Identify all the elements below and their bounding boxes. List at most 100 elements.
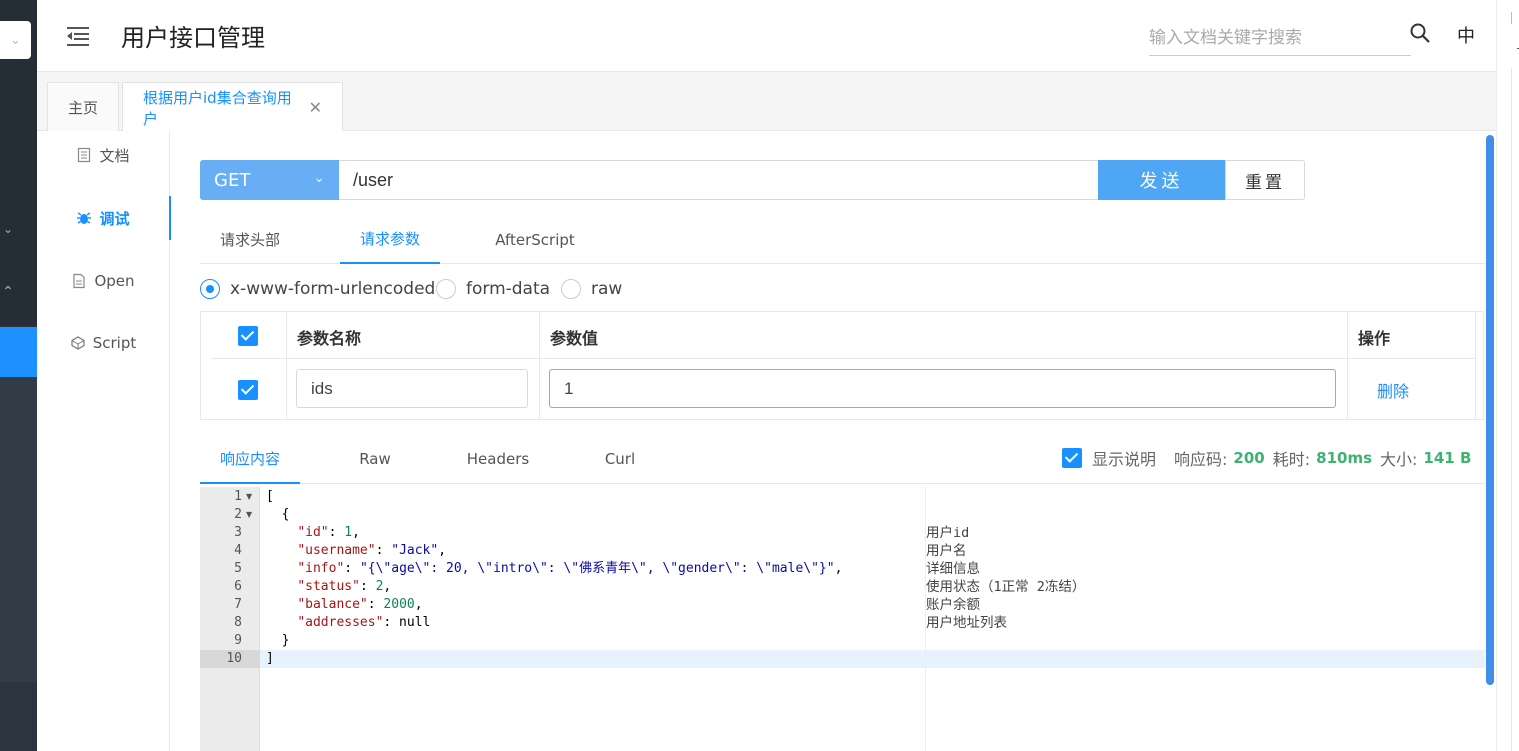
- field-desc: 账户余额: [926, 597, 980, 613]
- search-input[interactable]: [1149, 20, 1411, 56]
- tab-after-script[interactable]: AfterScript: [480, 215, 590, 264]
- response-time: 810ms: [1316, 449, 1373, 467]
- line-number: 10: [226, 651, 242, 666]
- submenu-label: 文档: [99, 146, 130, 165]
- select-all-checkbox[interactable]: [238, 326, 258, 346]
- response-meta: 显示说明 响应码: 200 耗时: 810ms 大小: 141 B: [1062, 447, 1471, 469]
- menu-fold-icon[interactable]: [65, 23, 91, 49]
- submenu-label: Open: [94, 272, 135, 290]
- code-line: "status": 2,: [297, 579, 392, 594]
- line-number: 3: [234, 525, 242, 540]
- radio-urlencoded[interactable]: x-www-form-urlencoded: [200, 279, 435, 299]
- radio-dot: [561, 279, 581, 299]
- api-submenu: 文档 调试 Open Script: [37, 131, 171, 751]
- url-input[interactable]: [339, 160, 1099, 200]
- code-line: "username": "Jack",: [297, 543, 447, 558]
- submenu-item-open[interactable]: Open: [37, 261, 170, 301]
- field-desc: 用户名: [926, 543, 967, 559]
- radio-dot: [200, 279, 220, 299]
- line-number: 4: [234, 543, 242, 558]
- line-number: 5: [234, 561, 242, 576]
- reset-button[interactable]: 重置: [1225, 160, 1305, 200]
- search-icon[interactable]: [1409, 22, 1431, 44]
- show-desc-label: 显示说明: [1092, 450, 1157, 469]
- column-divider: [1475, 312, 1476, 419]
- column-divider: [1347, 312, 1348, 419]
- submenu-label: Script: [92, 334, 137, 352]
- app-left-rail: ⌄ ⌄ ⌃: [0, 0, 37, 751]
- status-code-label: 响应码:: [1174, 450, 1228, 469]
- row-checkbox[interactable]: [238, 380, 258, 400]
- tab-home[interactable]: 主页: [47, 82, 119, 131]
- line-number: 7: [234, 597, 242, 612]
- method-select[interactable]: GET ⌄: [200, 160, 339, 200]
- top-header: 用户接口管理 中: [37, 0, 1496, 72]
- radio-raw[interactable]: raw: [561, 279, 622, 299]
- tab-response-headers[interactable]: Headers: [448, 434, 548, 484]
- language-toggle[interactable]: 中: [1457, 22, 1475, 48]
- radio-form-data[interactable]: form-data: [436, 279, 550, 299]
- show-desc-checkbox[interactable]: [1062, 448, 1082, 468]
- line-number: 6: [234, 579, 242, 594]
- fold-icon[interactable]: ▼: [246, 488, 252, 506]
- line-number: 9: [234, 633, 242, 648]
- page-tabs-bar: 主页 根据用户id集合查询用户 ✕: [37, 72, 1496, 132]
- tab-api-detail[interactable]: 根据用户id集合查询用户 ✕: [122, 82, 343, 132]
- submenu-item-doc[interactable]: 文档: [37, 135, 170, 175]
- status-code: 200: [1233, 449, 1265, 467]
- radio-label: x-www-form-urlencoded: [230, 279, 436, 299]
- field-desc: 使用状态（1正常 2冻结）: [926, 579, 1086, 595]
- chevron-up-icon[interactable]: ⌃: [0, 284, 16, 300]
- table-header-row: [211, 312, 1475, 359]
- active-line-highlight: [260, 650, 1485, 668]
- submenu-label: 调试: [99, 209, 130, 228]
- send-button[interactable]: 发送: [1098, 160, 1225, 200]
- radio-label: form-data: [466, 279, 551, 299]
- close-icon[interactable]: ✕: [309, 98, 322, 117]
- fold-icon[interactable]: ▼: [246, 506, 252, 524]
- tab-response-content[interactable]: 响应内容: [200, 434, 300, 484]
- file-icon: [73, 273, 86, 289]
- code-line: {: [266, 507, 290, 522]
- rail-lower: [0, 377, 37, 682]
- tab-label: 主页: [68, 98, 99, 117]
- chevron-down-icon[interactable]: ⌄: [0, 222, 16, 236]
- radio-label: raw: [591, 279, 623, 299]
- code-icon: [71, 336, 85, 350]
- column-divider: [539, 312, 540, 419]
- tab-request-params[interactable]: 请求参数: [340, 215, 440, 264]
- tab-response-raw[interactable]: Raw: [325, 434, 425, 484]
- delete-row-link[interactable]: 删除: [1377, 378, 1409, 402]
- edge-divider: [1511, 12, 1512, 24]
- time-label: 耗时:: [1272, 450, 1311, 469]
- code-line: }: [266, 633, 290, 648]
- chevron-down-icon: ⌄: [313, 170, 325, 186]
- line-number: 2: [234, 507, 242, 522]
- right-edge-panel: [1496, 0, 1519, 751]
- param-name-input[interactable]: [296, 369, 528, 408]
- vertical-scrollbar[interactable]: [1486, 135, 1494, 685]
- param-value-input[interactable]: [549, 369, 1336, 408]
- line-number: 8: [234, 615, 242, 630]
- rail-active-item[interactable]: [0, 327, 37, 377]
- request-tabs: 请求头部 请求参数 AfterScript: [200, 215, 1485, 264]
- response-editor[interactable]: 1 2 3 4 5 6 7 8 9 10 ▼ ▼ [ { "id": 1, "u…: [200, 487, 1485, 751]
- submenu-item-debug[interactable]: 调试: [37, 196, 171, 240]
- rail-select[interactable]: ⌄: [0, 21, 31, 59]
- tab-response-curl[interactable]: Curl: [570, 434, 670, 484]
- code-line: "balance": 2000,: [297, 597, 423, 612]
- column-header-name: 参数名称: [297, 329, 362, 348]
- doc-icon: [78, 147, 91, 163]
- tab-request-headers[interactable]: 请求头部: [200, 215, 300, 264]
- edge-divider: [1511, 68, 1512, 751]
- radio-dot: [436, 279, 456, 299]
- field-desc: 详细信息: [926, 561, 980, 577]
- code-line: [: [266, 489, 274, 504]
- code-line: "addresses": null: [297, 615, 431, 630]
- code-line: "id": 1,: [297, 525, 360, 540]
- tab-label: 根据用户id集合查询用户: [143, 88, 292, 128]
- code-line: "info": "{\"age\": 20, \"intro\": \"佛系青年…: [297, 561, 843, 576]
- column-header-action: 操作: [1358, 329, 1391, 348]
- submenu-item-script[interactable]: Script: [37, 323, 170, 363]
- method-value: GET: [214, 169, 251, 191]
